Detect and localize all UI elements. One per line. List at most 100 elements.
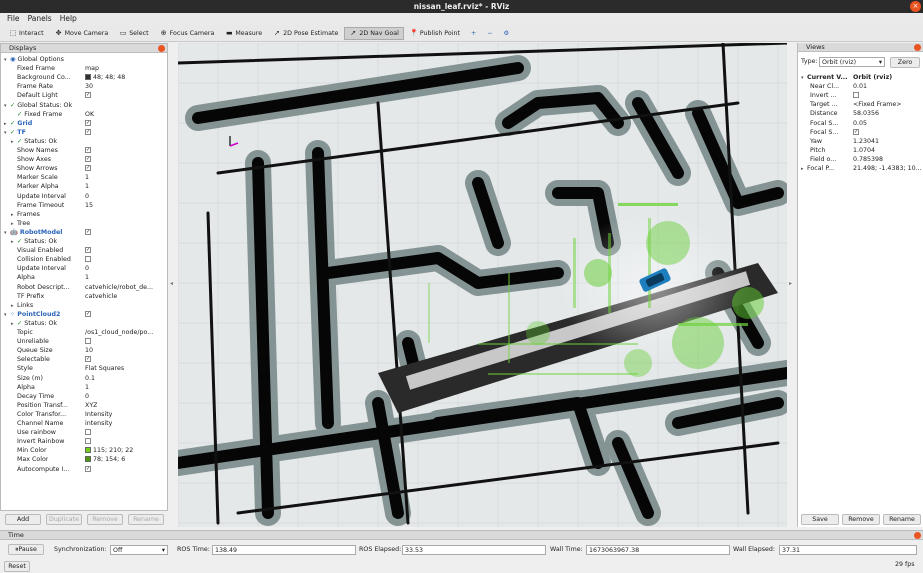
view-row[interactable]: ▸ Focal P... 21.498; -1.4383; 10... (798, 164, 923, 173)
display-row[interactable]: Update Interval 0 (1, 192, 167, 201)
display-value[interactable]: 15 (85, 201, 165, 210)
display-row[interactable]: Update Interval 0 (1, 264, 167, 273)
display-row[interactable]: Autocompute I... ✓ (1, 465, 167, 474)
display-value[interactable]: 0 (85, 392, 165, 401)
display-row[interactable]: Visual Enabled ✓ (1, 246, 167, 255)
display-value[interactable]: 1 (85, 182, 165, 191)
display-row[interactable]: Background Co... 48; 48; 48 (1, 73, 167, 82)
display-row[interactable]: Use rainbow (1, 428, 167, 437)
display-row[interactable]: ▸ ✓ Status: Ok (1, 319, 167, 328)
view-type-select[interactable]: Orbit (rviz) ▾ (819, 57, 885, 67)
display-row[interactable]: ▾ ✓ TF ✓ (1, 128, 167, 137)
measure-tool-button[interactable]: ▬ Measure (220, 27, 267, 40)
display-value[interactable]: ✓ (85, 465, 165, 474)
add-display-button[interactable]: Add (5, 514, 41, 525)
display-value[interactable]: ✓ (85, 164, 165, 173)
checkbox[interactable]: ✓ (85, 228, 91, 235)
right-splitter-handle[interactable]: ▸ (789, 280, 792, 287)
display-value[interactable]: ✓ (85, 91, 165, 100)
view-row[interactable]: Target ... <Fixed Frame> (798, 100, 923, 109)
checkbox[interactable]: ✓ (85, 119, 91, 126)
view-value[interactable]: <Fixed Frame> (853, 100, 921, 109)
display-row[interactable]: Channel Name intensity (1, 419, 167, 428)
zoom-out-icon[interactable]: − (482, 27, 497, 40)
display-row[interactable]: ▾ ◉ Global Options (1, 55, 167, 64)
display-row[interactable]: Marker Alpha 1 (1, 182, 167, 191)
display-value[interactable] (85, 437, 165, 446)
display-value[interactable]: 0 (85, 192, 165, 201)
reset-button[interactable]: Reset (4, 561, 30, 572)
save-view-button[interactable]: Save (801, 514, 839, 525)
time-close-icon[interactable] (914, 532, 921, 539)
rename-display-button[interactable]: Rename (128, 514, 164, 525)
display-row[interactable]: Invert Rainbow (1, 437, 167, 446)
focus-camera-tool-button[interactable]: ⊕ Focus Camera (155, 27, 220, 40)
view-row[interactable]: ▾ Current V... Orbit (rviz) (798, 73, 923, 82)
display-value[interactable]: ✓ (85, 355, 165, 364)
window-close-button[interactable]: × (910, 1, 921, 12)
display-row[interactable]: Min Color 115; 210; 22 (1, 446, 167, 455)
view-row[interactable]: Field o... 0.785398 (798, 155, 923, 164)
display-row[interactable]: ▸ Frames (1, 210, 167, 219)
view-row[interactable]: Distance 58.0356 (798, 109, 923, 118)
display-value[interactable]: ✓ (85, 128, 165, 137)
checkbox[interactable]: ✓ (85, 128, 91, 135)
display-row[interactable]: Fixed Frame map (1, 64, 167, 73)
view-value[interactable]: Orbit (rviz) (853, 73, 921, 82)
display-row[interactable]: Show Arrows ✓ (1, 164, 167, 173)
display-value[interactable]: Intensity (85, 410, 165, 419)
gear-icon[interactable]: ⚙ (499, 27, 515, 40)
pause-button[interactable]: ⏸Pause (8, 544, 44, 555)
display-row[interactable]: Alpha 1 (1, 273, 167, 282)
checkbox[interactable] (85, 429, 91, 436)
display-row[interactable]: Style Flat Squares (1, 364, 167, 373)
interact-tool-button[interactable]: ⬚ Interact (4, 27, 49, 40)
checkbox[interactable]: ✓ (85, 356, 91, 363)
display-row[interactable]: ▾ 🤖 RobotModel ✓ (1, 228, 167, 237)
display-value[interactable]: intensity (85, 419, 165, 428)
checkbox[interactable] (85, 438, 91, 445)
display-value[interactable] (85, 337, 165, 346)
display-row[interactable]: ▸ Links (1, 301, 167, 310)
display-value[interactable]: 30 (85, 82, 165, 91)
left-splitter-handle[interactable]: ◂ (170, 280, 173, 287)
duplicate-display-button[interactable]: Duplicate (46, 514, 82, 525)
view-row[interactable]: Near Cl... 0.01 (798, 82, 923, 91)
rename-view-button[interactable]: Rename (883, 514, 921, 525)
display-value[interactable]: 115; 210; 22 (85, 446, 165, 455)
view-value[interactable] (853, 91, 921, 100)
display-row[interactable]: Robot Descript... catvehicle/robot_de... (1, 283, 167, 292)
display-value[interactable]: ✓ (85, 119, 165, 128)
color-swatch[interactable] (85, 74, 91, 81)
display-value[interactable]: ✓ (85, 310, 165, 319)
display-value[interactable]: 48; 48; 48 (85, 73, 165, 82)
display-value[interactable]: 1 (85, 383, 165, 392)
display-value[interactable]: /os1_cloud_node/po... (85, 328, 165, 337)
display-value[interactable]: 1 (85, 173, 165, 182)
display-row[interactable]: ▸ ✓ Status: Ok (1, 137, 167, 146)
2d-pose-estimate-tool-button[interactable]: ➚ 2D Pose Estimate (268, 27, 343, 40)
view-value[interactable]: 0.01 (853, 82, 921, 91)
checkbox[interactable] (85, 256, 91, 263)
zero-button[interactable]: Zero (890, 57, 920, 68)
display-row[interactable]: Marker Scale 1 (1, 173, 167, 182)
checkbox[interactable] (85, 338, 91, 345)
sync-select[interactable]: Off ▾ (110, 545, 168, 555)
view-value[interactable]: ✓ (853, 128, 921, 137)
display-row[interactable]: ▾ ⁘ PointCloud2 ✓ (1, 310, 167, 319)
view-value[interactable]: 1.23041 (853, 137, 921, 146)
displays-close-icon[interactable] (158, 45, 165, 52)
checkbox[interactable]: ✓ (853, 128, 859, 135)
checkbox[interactable]: ✓ (85, 92, 91, 99)
menu-help[interactable]: Help (60, 13, 77, 25)
display-row[interactable]: ✓ Fixed Frame OK (1, 110, 167, 119)
view-value[interactable]: 0.785398 (853, 155, 921, 164)
display-row[interactable]: Frame Timeout 15 (1, 201, 167, 210)
view-row[interactable]: Focal S... 0.05 (798, 119, 923, 128)
color-swatch[interactable] (85, 447, 91, 454)
display-value[interactable]: 0 (85, 264, 165, 273)
ros-elapsed-field[interactable]: 33.53 (402, 545, 546, 555)
display-row[interactable]: Default Light ✓ (1, 91, 167, 100)
view-row[interactable]: Focal S... ✓ (798, 128, 923, 137)
display-value[interactable]: ✓ (85, 246, 165, 255)
